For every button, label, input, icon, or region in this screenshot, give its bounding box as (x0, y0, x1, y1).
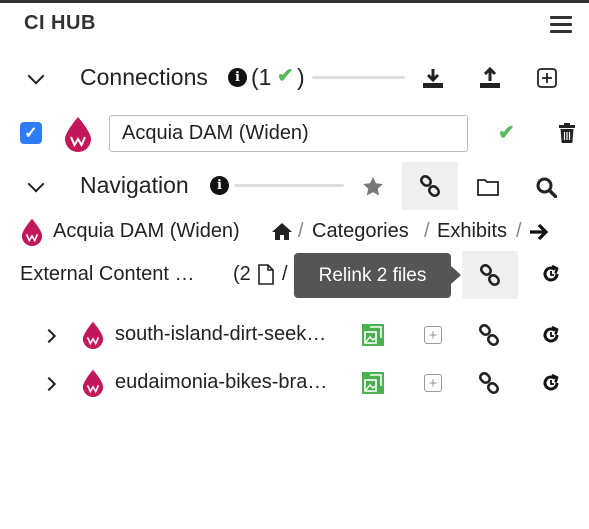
acquia-logo-icon (63, 116, 93, 152)
chevron-right-icon (41, 376, 57, 392)
refresh-icon[interactable] (540, 263, 562, 285)
connections-heading: Connections (80, 64, 208, 90)
expand-toggle[interactable] (41, 376, 57, 392)
connections-collapse-toggle[interactable] (27, 67, 45, 85)
app-title: CI HUB (24, 12, 96, 34)
navigation-collapse-toggle[interactable] (27, 175, 45, 193)
link-icon (419, 175, 441, 197)
folder-count-sep: / (282, 263, 288, 285)
connection-checkbox[interactable]: ✓ (20, 122, 42, 144)
connections-progress-bar (312, 76, 405, 79)
trash-icon[interactable] (557, 122, 577, 144)
refresh-icon[interactable] (540, 324, 562, 346)
folder-count-open: (2 (233, 263, 251, 285)
breadcrumb-categories[interactable]: Categories (312, 220, 409, 243)
upload-icon[interactable] (478, 66, 502, 90)
top-border (0, 0, 589, 3)
file-name[interactable]: south-island-dirt-seek… (115, 323, 326, 346)
connected-check-icon: ✔ (277, 65, 294, 87)
breadcrumb-root[interactable]: Acquia DAM (Widen) (53, 220, 240, 243)
file-icon (257, 263, 275, 285)
image-thumbnail-icon (362, 372, 384, 394)
image-thumbnail-icon (362, 324, 384, 346)
download-icon[interactable] (421, 66, 445, 90)
tooltip-arrow (451, 266, 461, 284)
acquia-logo-icon (20, 218, 44, 246)
link-mode-button[interactable] (402, 162, 458, 210)
breadcrumb-separator: / (424, 220, 430, 242)
link-icon (479, 264, 501, 286)
info-icon[interactable]: i (210, 176, 229, 195)
add-file-icon[interactable]: + (424, 326, 442, 344)
folder-icon[interactable] (476, 175, 500, 197)
navigation-progress-bar (234, 184, 344, 187)
info-icon[interactable]: i (228, 68, 247, 87)
chevron-down-icon (27, 67, 45, 85)
home-icon[interactable] (271, 221, 293, 241)
hamburger-menu-icon[interactable] (550, 16, 572, 34)
current-folder-name[interactable]: External Content … (20, 263, 195, 286)
breadcrumb-separator: / (516, 220, 522, 242)
acquia-logo-icon (81, 321, 105, 349)
breadcrumb-exhibits[interactable]: Exhibits (437, 220, 507, 243)
add-connection-icon[interactable] (535, 66, 559, 90)
connection-status-check-icon: ✔ (498, 122, 515, 144)
search-icon[interactable] (534, 175, 558, 199)
breadcrumb-separator: / (298, 220, 304, 242)
file-link-icon[interactable] (478, 324, 500, 346)
acquia-logo-icon (81, 369, 105, 397)
chevron-down-icon (27, 175, 45, 193)
add-file-icon[interactable]: + (424, 374, 442, 392)
connections-count-open: (1 (251, 64, 272, 90)
relink-button[interactable] (462, 251, 518, 299)
navigation-heading: Navigation (80, 172, 189, 198)
connection-name-input[interactable] (109, 115, 468, 152)
file-name[interactable]: eudaimonia-bikes-bra… (115, 371, 327, 394)
expand-toggle[interactable] (41, 328, 57, 344)
refresh-icon[interactable] (540, 372, 562, 394)
chevron-right-icon (41, 328, 57, 344)
file-link-icon[interactable] (478, 372, 500, 394)
relink-tooltip: Relink 2 files (294, 253, 451, 298)
arrow-right-icon[interactable] (528, 222, 550, 242)
connections-count-close: ) (297, 64, 305, 90)
favorite-star-icon[interactable] (361, 175, 385, 197)
